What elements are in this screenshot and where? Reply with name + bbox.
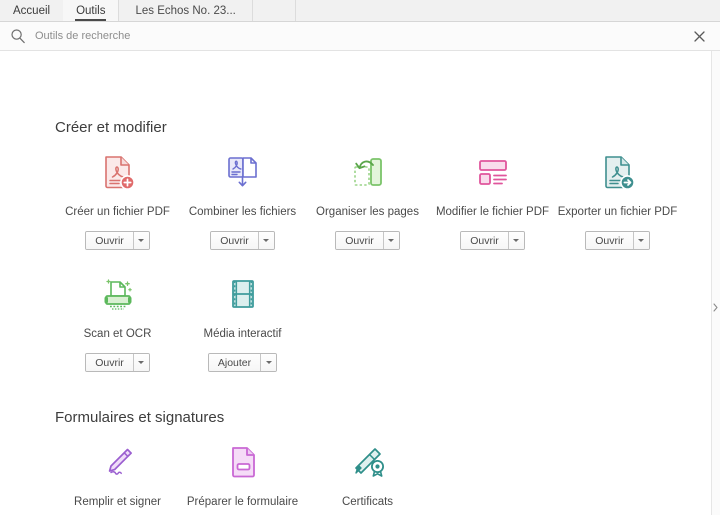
search-bar: [0, 22, 720, 51]
tool-label: Combiner les fichiers: [188, 206, 297, 218]
open-button-combiner-fichiers[interactable]: Ouvrir: [210, 231, 275, 250]
split-button-label: Ouvrir: [211, 232, 258, 249]
open-button-creer-pdf[interactable]: Ouvrir: [85, 231, 150, 250]
tab-outils[interactable]: Outils: [63, 0, 119, 21]
open-button-organiser-pages[interactable]: Ouvrir: [335, 231, 400, 250]
create-pdf-icon[interactable]: [96, 150, 140, 194]
tool-scan-et-ocr[interactable]: Scan et OCR Ouvrir: [55, 272, 180, 372]
open-button-scan-ocr[interactable]: Ouvrir: [85, 353, 150, 372]
tab-bar: Accueil Outils Les Echos No. 23...: [0, 0, 720, 22]
tool-label: Certificats: [341, 496, 394, 508]
tool-row-3: Remplir et signer Ouvrir Préparer le for…: [0, 440, 720, 515]
close-icon[interactable]: [688, 25, 710, 47]
tool-label: Modifier le fichier PDF: [435, 206, 550, 218]
search-input[interactable]: [35, 27, 688, 45]
split-button-label: Ouvrir: [586, 232, 633, 249]
tool-exporter-un-fichier-pdf[interactable]: Exporter un fichier PDF Ouvrir: [555, 150, 680, 250]
chevron-down-icon[interactable]: [507, 232, 524, 249]
tab-document-label: Les Echos No. 23...: [135, 4, 236, 17]
tool-organiser-les-pages[interactable]: Organiser les pages Ouvrir: [305, 150, 430, 250]
fill-sign-icon[interactable]: [96, 440, 140, 484]
tool-label: Scan et OCR: [83, 328, 152, 340]
section-title-creer-modifier: Créer et modifier: [55, 119, 167, 136]
tool-row-2: Scan et OCR Ouvrir Média interactif Ajou…: [0, 272, 720, 372]
tool-combiner-les-fichiers[interactable]: Combiner les fichiers Ouvrir: [180, 150, 305, 250]
edit-pdf-icon[interactable]: [471, 150, 515, 194]
search-icon: [10, 28, 26, 44]
split-button-label: Ouvrir: [86, 354, 133, 371]
scan-ocr-icon[interactable]: [96, 272, 140, 316]
chevron-down-icon[interactable]: [382, 232, 399, 249]
tool-row-1: Créer un fichier PDF Ouvrir Combiner les…: [0, 150, 720, 250]
open-button-exporter-pdf[interactable]: Ouvrir: [585, 231, 650, 250]
tool-certificats[interactable]: Certificats Ajouter: [305, 440, 430, 515]
tool-label: Organiser les pages: [316, 206, 419, 218]
split-button-label: Ouvrir: [461, 232, 508, 249]
export-pdf-icon[interactable]: [596, 150, 640, 194]
tool-label: Préparer le formulaire: [186, 496, 299, 508]
combine-files-icon[interactable]: [221, 150, 265, 194]
tool-label: Exporter un fichier PDF: [557, 206, 678, 218]
tab-bar-filler: [295, 0, 720, 21]
chevron-down-icon[interactable]: [632, 232, 649, 249]
tool-label: Remplir et signer: [74, 496, 161, 508]
organize-pages-icon[interactable]: [346, 150, 390, 194]
chevron-down-icon[interactable]: [260, 354, 277, 371]
tool-media-interactif[interactable]: Média interactif Ajouter: [180, 272, 305, 372]
split-button-label: Ouvrir: [86, 232, 133, 249]
split-button-label: Ouvrir: [336, 232, 383, 249]
tool-label: Média interactif: [203, 328, 282, 340]
prepare-form-icon[interactable]: [221, 440, 265, 484]
tab-document[interactable]: Les Echos No. 23...: [118, 0, 253, 21]
tab-bar-spacer: [252, 0, 296, 21]
tool-modifier-le-fichier-pdf[interactable]: Modifier le fichier PDF Ouvrir: [430, 150, 555, 250]
chevron-down-icon[interactable]: [132, 354, 149, 371]
tool-preparer-le-formulaire[interactable]: Préparer le formulaire Ajouter: [180, 440, 305, 515]
certificates-icon[interactable]: [346, 440, 390, 484]
add-button-media-interactif[interactable]: Ajouter: [207, 353, 278, 372]
tab-outils-label: Outils: [76, 4, 106, 17]
tab-accueil[interactable]: Accueil: [0, 0, 64, 21]
chevron-right-icon[interactable]: [712, 299, 719, 315]
chevron-down-icon[interactable]: [257, 232, 274, 249]
tool-creer-un-fichier-pdf[interactable]: Créer un fichier PDF Ouvrir: [55, 150, 180, 250]
right-panel-edge: [711, 51, 720, 515]
tools-content: Créer et modifier Créer un fichier PDF O…: [0, 51, 720, 515]
chevron-down-icon[interactable]: [132, 232, 149, 249]
tool-remplir-et-signer[interactable]: Remplir et signer Ouvrir: [55, 440, 180, 515]
tool-label: Créer un fichier PDF: [65, 206, 170, 218]
open-button-modifier-pdf[interactable]: Ouvrir: [460, 231, 525, 250]
rich-media-icon[interactable]: [221, 272, 265, 316]
split-button-label: Ajouter: [208, 354, 261, 371]
tab-accueil-label: Accueil: [13, 4, 51, 17]
section-title-formulaires-signatures: Formulaires et signatures: [55, 409, 225, 426]
